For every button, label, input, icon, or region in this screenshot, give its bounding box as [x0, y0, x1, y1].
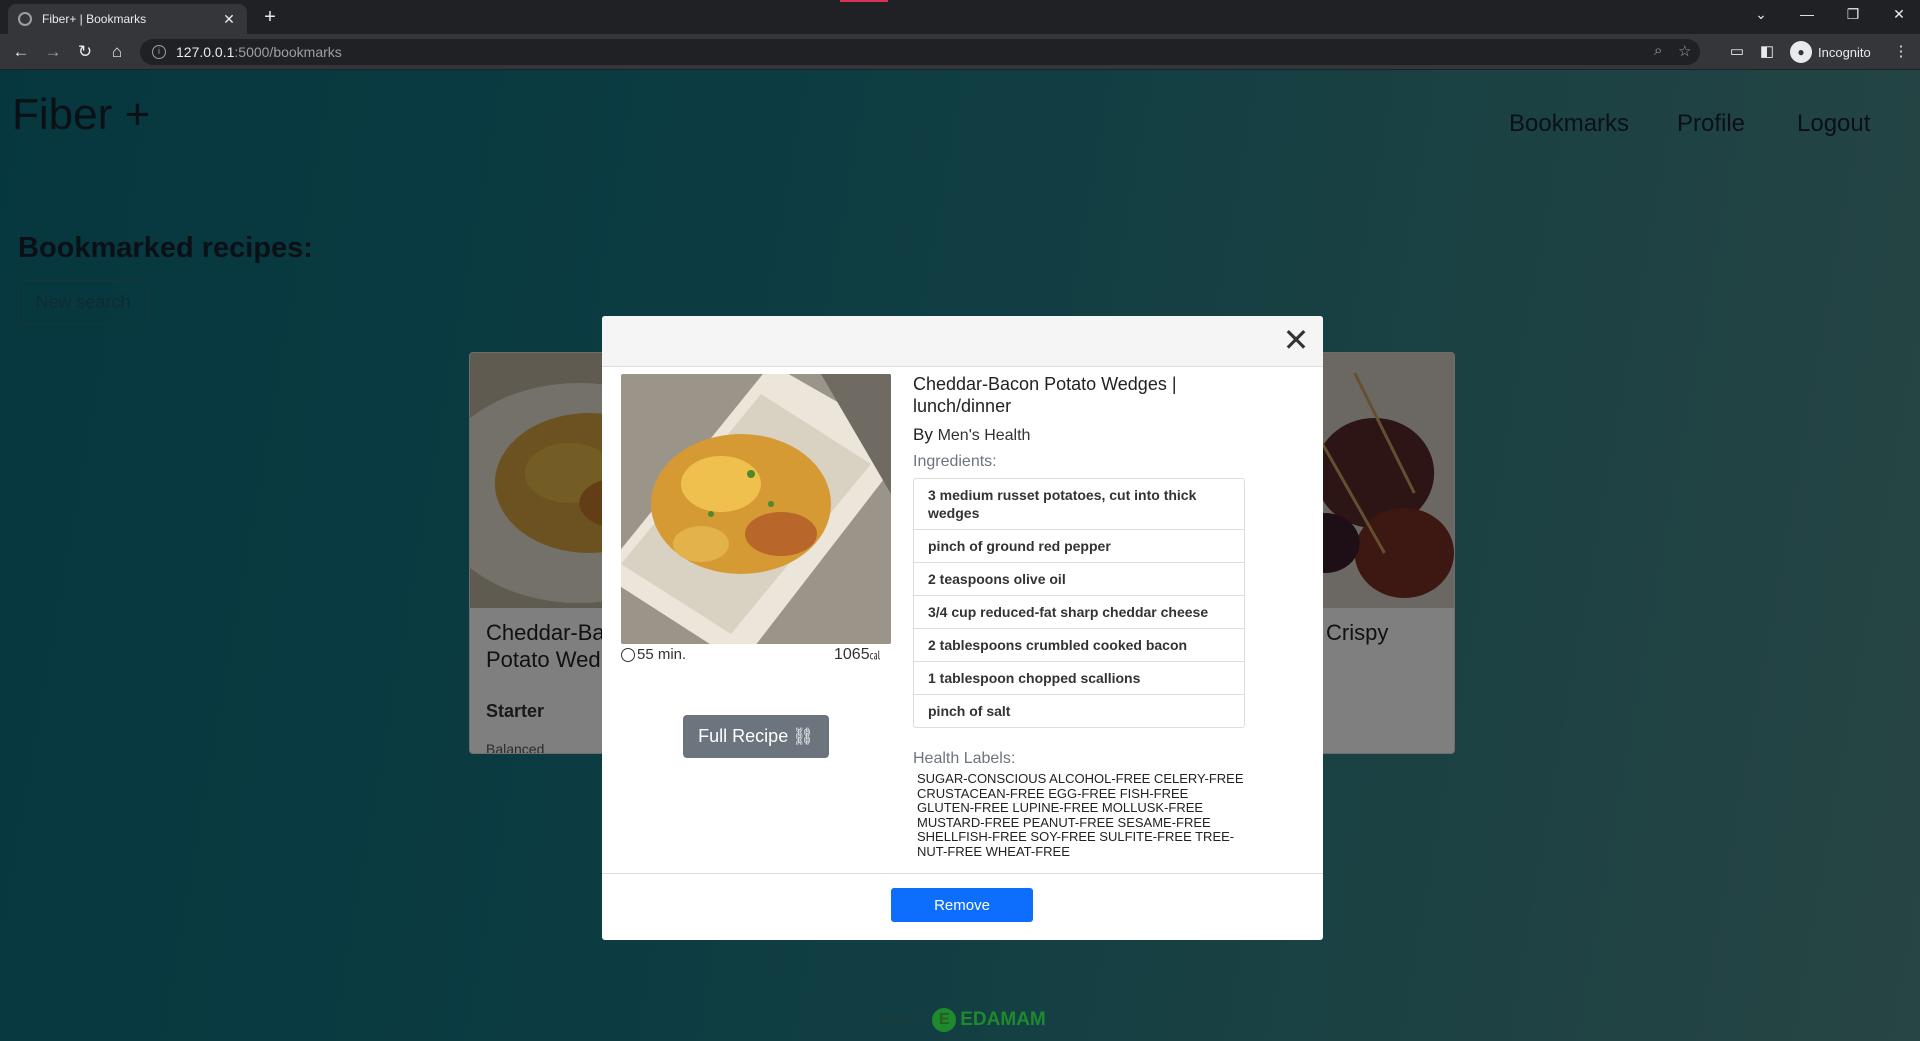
recipe-title: Cheddar-Bacon Potato Wedges | lunch/dinn…	[913, 374, 1177, 416]
clock-icon	[621, 647, 635, 662]
recipe-modal: ✕ 55 min. 1065㎈ Full Recipe ⛓ Cheddar-Ba…	[602, 316, 1323, 940]
close-tab-icon[interactable]: ✕	[221, 11, 237, 28]
cast-icon[interactable]: ▭	[1726, 42, 1748, 60]
tab-search-icon[interactable]: ⌄	[1746, 6, 1776, 23]
full-recipe-label: Full Recipe	[698, 726, 789, 746]
bookmark-star-icon[interactable]: ☆	[1678, 42, 1691, 60]
close-icon[interactable]: ✕	[1279, 324, 1313, 358]
ingredient-item: 3/4 cup reduced-fat sharp cheddar cheese	[914, 596, 1244, 629]
tab-title: Fiber+ | Bookmarks	[42, 12, 147, 26]
ingredients-list: 3 medium russet potatoes, cut into thick…	[913, 478, 1245, 728]
globe-icon	[18, 12, 32, 26]
recipe-modal-image	[621, 374, 891, 644]
recipe-source: Men's Health	[937, 427, 1031, 444]
edamam-footer[interactable]: Powered by E EDAMAM	[880, 1008, 1046, 1032]
browser-tab[interactable]: Fiber+ | Bookmarks ✕	[8, 4, 247, 34]
ingredients-label: Ingredients:	[913, 453, 997, 470]
edamam-brand: EDAMAM	[960, 1009, 1046, 1030]
full-recipe-button[interactable]: Full Recipe ⛓	[683, 715, 829, 758]
modal-header: ✕	[602, 316, 1323, 367]
browser-toolbar: ← → ↻ ⌂ i 127.0.0.1 :5000/bookmarks ⌕ ☆ …	[0, 34, 1920, 70]
recipe-byline: By Men's Health	[913, 425, 1030, 445]
browser-tabstrip: Fiber+ | Bookmarks ✕ + ⌄ — ❐ ✕	[0, 0, 1920, 34]
page-content: Fiber + Bookmarks Profile Logout Bookmar…	[0, 70, 1920, 1041]
address-bar[interactable]: i 127.0.0.1 :5000/bookmarks ⌕ ☆	[140, 39, 1700, 65]
tab-indicator	[840, 0, 888, 2]
ingredient-item: 1 tablespoon chopped scallions	[914, 662, 1244, 695]
health-labels-label: Health Labels:	[913, 750, 1016, 767]
zoom-icon[interactable]: ⌕	[1654, 42, 1662, 59]
powered-by-label: Powered by	[880, 1015, 923, 1025]
calories: 1065㎈	[834, 646, 881, 664]
minimize-icon[interactable]: —	[1792, 6, 1822, 22]
calories-value: 1065	[834, 646, 870, 663]
restore-icon[interactable]: ❐	[1838, 6, 1868, 23]
ingredient-item: 2 teaspoons olive oil	[914, 563, 1244, 596]
url-host: 127.0.0.1	[176, 44, 235, 60]
back-icon[interactable]: ←	[8, 40, 34, 64]
edamam-logo-icon: E	[932, 1008, 957, 1032]
forward-icon[interactable]: →	[40, 40, 66, 64]
close-window-icon[interactable]: ✕	[1884, 6, 1914, 23]
incognito-label: Incognito	[1818, 44, 1871, 60]
new-tab-icon[interactable]: +	[258, 6, 282, 28]
ingredient-item: pinch of salt	[928, 703, 1011, 719]
link-icon: ⛓	[792, 726, 814, 746]
ingredient-item: 3 medium russet potatoes, cut into thick…	[914, 479, 1244, 530]
reload-icon[interactable]: ↻	[72, 40, 98, 64]
calories-icon: ㎈	[869, 650, 881, 662]
url-path: :5000/bookmarks	[234, 44, 342, 60]
by-label: By	[913, 425, 933, 444]
ingredient-item: 2 tablespoons crumbled cooked bacon	[914, 629, 1244, 662]
ingredient-item: pinch of ground red pepper	[914, 530, 1244, 563]
modal-footer: Remove	[602, 873, 1323, 940]
incognito-badge[interactable]: ● Incognito	[1790, 39, 1871, 65]
menu-kebab-icon[interactable]: ⋮	[1890, 42, 1912, 60]
remove-bookmark-button[interactable]: Remove	[891, 888, 1033, 922]
side-panel-icon[interactable]: ◧	[1756, 42, 1778, 60]
health-labels: SUGAR-CONSCIOUS ALCOHOL-FREE CELERY-FREE…	[917, 771, 1244, 859]
cook-time: 55 min.	[621, 646, 686, 663]
info-icon[interactable]: i	[152, 45, 166, 59]
cook-time-value: 55 min.	[637, 646, 687, 663]
incognito-icon: ●	[1790, 41, 1812, 63]
home-icon[interactable]: ⌂	[104, 40, 130, 64]
